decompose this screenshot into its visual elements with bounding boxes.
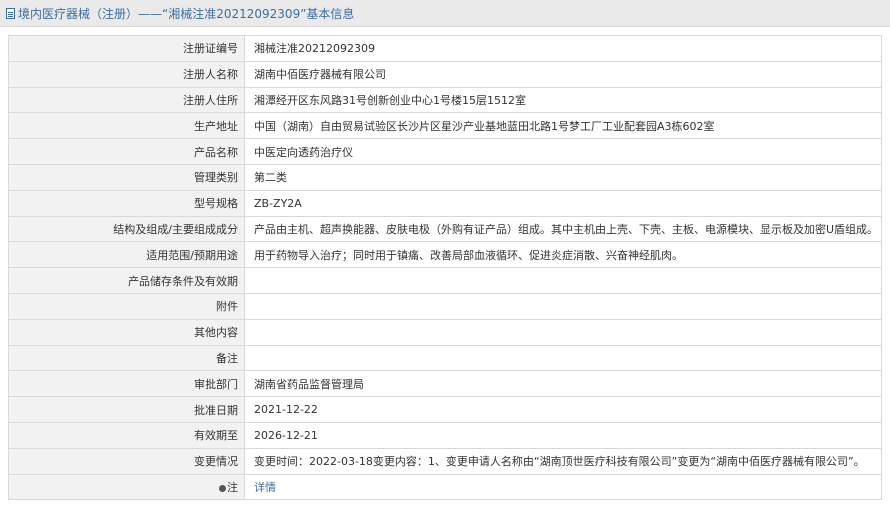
page-title: 境内医疗器械（注册）——“湘械注准20212092309”基本信息 [18,6,355,21]
document-icon [6,7,15,19]
table-row: 产品储存条件及有效期 [8,267,882,294]
row-label: 其他内容 [8,318,245,346]
row-label: 产品名称 [8,138,245,165]
row-label: 备注 [8,344,245,372]
table-row: 生产地址 中国（湖南）自由贸易试验区长沙片区星沙产业基地蓝田北路1号梦工厂工业配套… [8,112,882,140]
row-value: 湘械注准20212092309 [244,35,882,62]
row-label: 批准日期 [8,396,245,423]
table-row: 注册证编号 湘械注准20212092309 [8,35,882,62]
row-value: 中医定向透药治疗仪 [244,138,882,165]
row-value: 用于药物导入治疗；同时用于镇痛、改善局部血液循环、促进炎症消散、兴奋神经肌肉。 [244,241,882,269]
row-value: 湖南省药品监督管理局 [244,370,882,398]
row-value: 2026-12-21 [244,421,882,449]
info-table-body: 注册证编号 湘械注准20212092309 注册人名称 湖南中佰医疗器械有限公司 注… [8,35,882,501]
row-value: 2021-12-22 [244,396,882,423]
row-label: 注册人住所 [8,86,245,114]
row-label: 有效期至 [8,421,245,449]
table-row: 产品名称 中医定向透药治疗仪 [8,138,882,165]
row-label: 附件 [8,292,245,320]
table-row: 注册人住所 湘潭经开区东风路31号创新创业中心1号楼15层1512室 [8,86,882,114]
row-value: ZB-ZY2A [244,189,882,217]
table-row: 结构及组成/主要组成成分 产品由主机、超声换能器、皮肤电极（外购有证产品）组成。其… [8,215,882,243]
table-row: 适用范围/预期用途 用于药物导入治疗；同时用于镇痛、改善局部血液循环、促进炎症消散… [8,241,882,269]
table-row: 型号规格 ZB-ZY2A [8,189,882,217]
row-value: 产品由主机、超声换能器、皮肤电极（外购有证产品）组成。其中主机由上壳、下壳、主板… [244,215,882,243]
row-label: 结构及组成/主要组成成分 [8,215,245,243]
row-value: 第二类 [244,163,882,191]
table-row: 有效期至 2026-12-21 [8,421,882,449]
row-label: 型号规格 [8,189,245,217]
row-label: 注册证编号 [8,35,245,62]
row-label: 注册人名称 [8,60,245,88]
row-value: 湖南中佰医疗器械有限公司 [244,60,882,88]
row-value: 中国（湖南）自由贸易试验区长沙片区星沙产业基地蓝田北路1号梦工厂工业配套园A3栋… [244,112,882,140]
row-label: 管理类别 [8,163,245,191]
row-value [244,267,882,294]
table-row: 变更情况 变更时间：2022-03-18变更内容：1、变更申请人名称由“湖南顶世医… [8,447,882,475]
row-value [244,344,882,372]
page-header: 境内医疗器械（注册）——“湘械注准20212092309”基本信息 [0,0,890,27]
note-icon [219,484,226,492]
note-label: 注 [227,480,238,494]
note-label-cell: 注 [8,473,245,501]
row-value [244,292,882,320]
row-label: 变更情况 [8,447,245,475]
table-row: 其他内容 [8,318,882,346]
table-row: 审批部门 湖南省药品监督管理局 [8,370,882,398]
row-label: 生产地址 [8,112,245,140]
row-label: 产品储存条件及有效期 [8,267,245,294]
table-row: 附件 [8,292,882,320]
note-value-cell: 详情 [244,473,882,501]
row-value [244,318,882,346]
row-label: 审批部门 [8,370,245,398]
table-row: 备注 [8,344,882,372]
details-link[interactable]: 详情 [254,481,276,494]
row-value: 变更时间：2022-03-18变更内容：1、变更申请人名称由“湖南顶世医疗科技有… [244,447,882,475]
note-row: 注 详情 [8,473,882,501]
table-row: 批准日期 2021-12-22 [8,396,882,423]
row-label: 适用范围/预期用途 [8,241,245,269]
table-row: 注册人名称 湖南中佰医疗器械有限公司 [8,60,882,88]
table-row: 管理类别 第二类 [8,163,882,191]
row-value: 湘潭经开区东风路31号创新创业中心1号楼15层1512室 [244,86,882,114]
info-table: 注册证编号 湘械注准20212092309 注册人名称 湖南中佰医疗器械有限公司 注… [8,35,882,501]
